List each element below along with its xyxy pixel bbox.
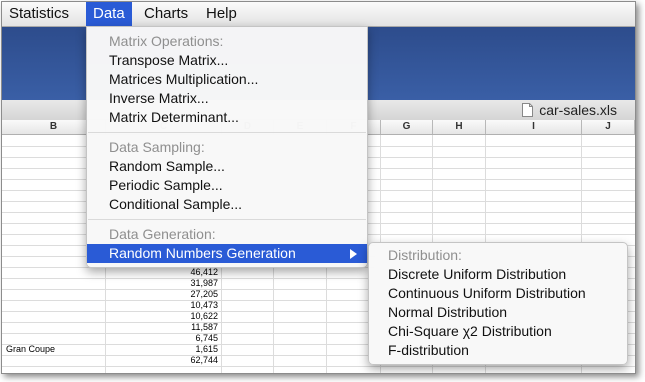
distribution-submenu: Distribution: Discrete Uniform Distribut… — [368, 242, 628, 365]
cell-value[interactable]: 10,622 — [106, 311, 218, 322]
column-header[interactable]: G — [381, 120, 433, 134]
document-icon — [522, 103, 534, 117]
menu-bar: Statistics Data Charts Help — [2, 2, 635, 27]
cell-value[interactable]: 46,412 — [106, 267, 218, 278]
menu-section-header: Matrix Operations: — [109, 33, 224, 49]
cell-text[interactable]: Gran Coupe — [6, 344, 55, 355]
menu-item-matrices-multiplication[interactable]: Matrices Multiplication... — [87, 70, 367, 89]
menu-item-transpose-matrix[interactable]: Transpose Matrix... — [87, 51, 367, 70]
cell-value[interactable]: 10,473 — [106, 300, 218, 311]
menu-item-chi-square[interactable]: Chi-Square χ2 Distribution — [369, 322, 627, 341]
menu-item-inverse-matrix[interactable]: Inverse Matrix... — [87, 89, 367, 108]
menu-item-label: Random Numbers Generation — [109, 245, 296, 261]
document-title-group: car-sales.xls — [522, 101, 617, 119]
cell-value[interactable]: 6,745 — [106, 333, 218, 344]
menu-help[interactable]: Help — [199, 2, 244, 26]
app-window: Statistics Data Charts Help car-sales.xl… — [1, 1, 636, 374]
submenu-header: Distribution: — [388, 247, 462, 263]
menu-item-random-sample[interactable]: Random Sample... — [87, 157, 367, 176]
menu-section-header: Data Generation: — [109, 226, 216, 242]
menu-item-periodic-sample[interactable]: Periodic Sample... — [87, 176, 367, 195]
menu-item-discrete-uniform[interactable]: Discrete Uniform Distribution — [369, 265, 627, 284]
cell-value[interactable]: 1,615 — [106, 344, 218, 355]
menu-data[interactable]: Data — [86, 2, 132, 26]
document-title: car-sales.xls — [539, 102, 617, 118]
grid-line — [2, 366, 635, 367]
menu-charts[interactable]: Charts — [137, 2, 195, 26]
menu-item-conditional-sample[interactable]: Conditional Sample... — [87, 195, 367, 214]
menu-item-f-distribution[interactable]: F-distribution — [369, 341, 627, 360]
column-header[interactable]: I — [486, 120, 582, 134]
data-menu: Matrix Operations: Transpose Matrix... M… — [86, 26, 368, 268]
menu-item-random-numbers-generation[interactable]: Random Numbers Generation — [87, 244, 367, 263]
menu-item-continuous-uniform[interactable]: Continuous Uniform Distribution — [369, 284, 627, 303]
menu-statistics[interactable]: Statistics — [2, 2, 76, 26]
cell-value[interactable]: 27,205 — [106, 289, 218, 300]
cell-value[interactable]: 31,987 — [106, 278, 218, 289]
menu-item-matrix-determinant[interactable]: Matrix Determinant... — [87, 108, 367, 127]
menu-item-normal-distribution[interactable]: Normal Distribution — [369, 303, 627, 322]
column-header[interactable]: H — [433, 120, 486, 134]
column-header[interactable]: J — [582, 120, 635, 134]
menu-separator — [88, 132, 366, 133]
right-arrow-icon — [350, 249, 357, 259]
cell-value[interactable]: 11,587 — [106, 322, 218, 333]
menu-separator — [88, 219, 366, 220]
cell-value[interactable]: 62,744 — [106, 355, 218, 366]
menu-section-header: Data Sampling: — [109, 139, 205, 155]
